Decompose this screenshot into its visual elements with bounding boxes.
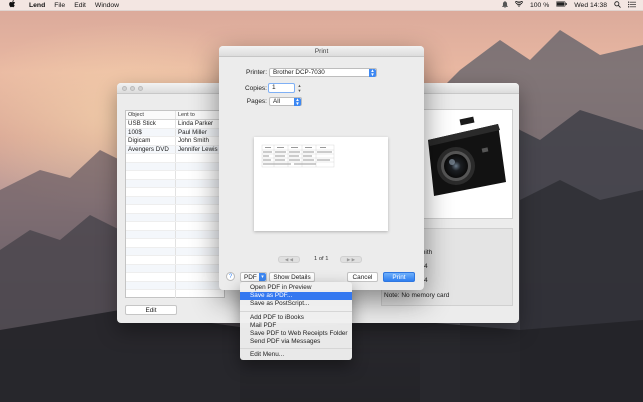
empty-row <box>126 239 224 248</box>
info-line-4: 4 <box>424 277 428 284</box>
item-image-panel <box>419 109 513 219</box>
notification-bell-icon[interactable] <box>502 0 508 10</box>
printer-label: Printer: <box>246 69 267 76</box>
cell-object: 100$ <box>126 128 176 136</box>
cell-lent-to: Jennifer Lewis <box>178 145 218 153</box>
cell-object: Avengers DVD <box>126 145 176 153</box>
next-last-page-button[interactable]: ▶ ▶ <box>340 256 362 263</box>
empty-row <box>126 230 224 239</box>
battery-icon[interactable] <box>556 1 567 9</box>
chevron-updown-icon: ▲ ▼ <box>294 97 301 106</box>
close-window-button[interactable] <box>122 86 127 91</box>
loans-table: Object Lent to USB Stick Linda Parker 10… <box>125 110 225 299</box>
empty-row <box>126 256 224 265</box>
pages-select-value: All <box>273 98 280 105</box>
menu-separator <box>240 310 352 312</box>
empty-row <box>126 154 224 163</box>
menu-item-open-pdf-in-preview[interactable]: Open PDF in Preview <box>240 284 352 292</box>
menu-window[interactable]: Window <box>95 2 119 9</box>
print-button[interactable]: Print <box>383 272 415 282</box>
edit-button[interactable]: Edit <box>125 305 177 315</box>
info-line-3: 4 <box>424 263 428 270</box>
camera-image <box>428 116 506 196</box>
wifi-icon[interactable] <box>514 0 524 9</box>
pdf-menu-button[interactable]: PDF ▾ <box>240 272 267 282</box>
table-row[interactable]: Avengers DVD Jennifer Lewis <box>126 145 224 154</box>
print-dialog: Print Printer: Brother DCP-7030 ▲ ▼ Copie… <box>219 46 424 290</box>
spotlight-search-icon[interactable] <box>614 0 621 10</box>
pdf-dropdown-menu: Open PDF in Preview Save as PDF... Save … <box>240 282 352 360</box>
menu-item-send-pdf-via-messages[interactable]: Send PDF via Messages <box>240 338 352 346</box>
empty-row <box>126 247 224 256</box>
table-header: Object Lent to <box>126 111 224 120</box>
first-prev-page-button[interactable]: ◀ ◀ <box>278 256 300 263</box>
note-text: Note: No memory card <box>384 292 450 299</box>
menu-file[interactable]: File <box>54 2 65 9</box>
table-row[interactable]: Digicam John Smith <box>126 137 224 146</box>
cell-lent-to: John Smith <box>178 137 209 144</box>
copies-field[interactable]: 1 <box>268 83 295 93</box>
empty-row <box>126 273 224 282</box>
empty-row <box>126 162 224 171</box>
empty-row <box>126 213 224 222</box>
empty-row <box>126 290 224 299</box>
menu-separator <box>240 348 352 350</box>
empty-row <box>126 196 224 205</box>
page-counter: 1 of 1 <box>314 256 329 262</box>
pages-label: Pages: <box>246 98 267 105</box>
menu-item-save-as-postscript[interactable]: Save as PostScript... <box>240 300 352 308</box>
copies-stepper[interactable]: ▲ ▼ <box>297 83 302 93</box>
column-header-lent-to[interactable]: Lent to <box>176 111 224 119</box>
menu-item-save-pdf-to-web-receipts[interactable]: Save PDF to Web Receipts Folder <box>240 330 352 338</box>
menu-item-mail-pdf[interactable]: Mail PDF <box>240 322 352 330</box>
menu-item-add-pdf-to-ibooks[interactable]: Add PDF to iBooks <box>240 314 352 322</box>
cell-lent-to: Linda Parker <box>178 120 214 127</box>
empty-row <box>126 264 224 273</box>
empty-row <box>126 222 224 231</box>
table-body: USB Stick Linda Parker 100$ Paul Miller … <box>126 120 224 299</box>
empty-row <box>126 205 224 214</box>
notification-center-icon[interactable] <box>628 1 636 10</box>
menu-bar: Lend File Edit Window 100 % Wed 14:38 <box>0 0 643 11</box>
printer-select[interactable]: Brother DCP-7030 ▲ ▼ <box>269 68 377 77</box>
menu-edit[interactable]: Edit <box>74 2 86 9</box>
print-preview <box>254 137 388 231</box>
copies-label: Copies: <box>244 85 267 92</box>
print-dialog-title: Print <box>219 46 424 57</box>
help-button[interactable]: ? <box>226 272 235 281</box>
menu-item-save-as-pdf[interactable]: Save as PDF... <box>240 292 352 301</box>
cell-lent-to: Paul Miller <box>178 128 207 136</box>
empty-row <box>126 281 224 290</box>
menu-app-name[interactable]: Lend <box>29 2 45 9</box>
cancel-button[interactable]: Cancel <box>347 272 378 282</box>
empty-row <box>126 171 224 180</box>
zoom-window-button[interactable] <box>138 86 143 91</box>
menu-item-edit-menu[interactable]: Edit Menu... <box>240 351 352 359</box>
clock[interactable]: Wed 14:38 <box>574 2 607 9</box>
pdf-button-label: PDF <box>244 274 257 281</box>
pages-select[interactable]: All ▲ ▼ <box>269 97 302 106</box>
show-details-button[interactable]: Show Details <box>269 272 315 282</box>
column-header-object[interactable]: Object <box>126 111 176 119</box>
apple-menu-icon[interactable] <box>9 0 19 10</box>
cell-object: USB Stick <box>126 120 176 128</box>
battery-percent[interactable]: 100 % <box>530 2 549 9</box>
empty-row <box>126 188 224 197</box>
chevron-updown-icon: ▲ ▼ <box>369 68 376 77</box>
preview-page-thumbnail <box>261 144 335 168</box>
minimize-window-button[interactable] <box>130 86 135 91</box>
table-row[interactable]: USB Stick Linda Parker <box>126 120 224 129</box>
chevron-down-icon: ▾ <box>259 273 266 281</box>
empty-row <box>126 179 224 188</box>
cell-object: Digicam <box>126 137 176 145</box>
printer-select-value: Brother DCP-7030 <box>273 69 325 76</box>
table-row[interactable]: 100$ Paul Miller <box>126 128 224 137</box>
